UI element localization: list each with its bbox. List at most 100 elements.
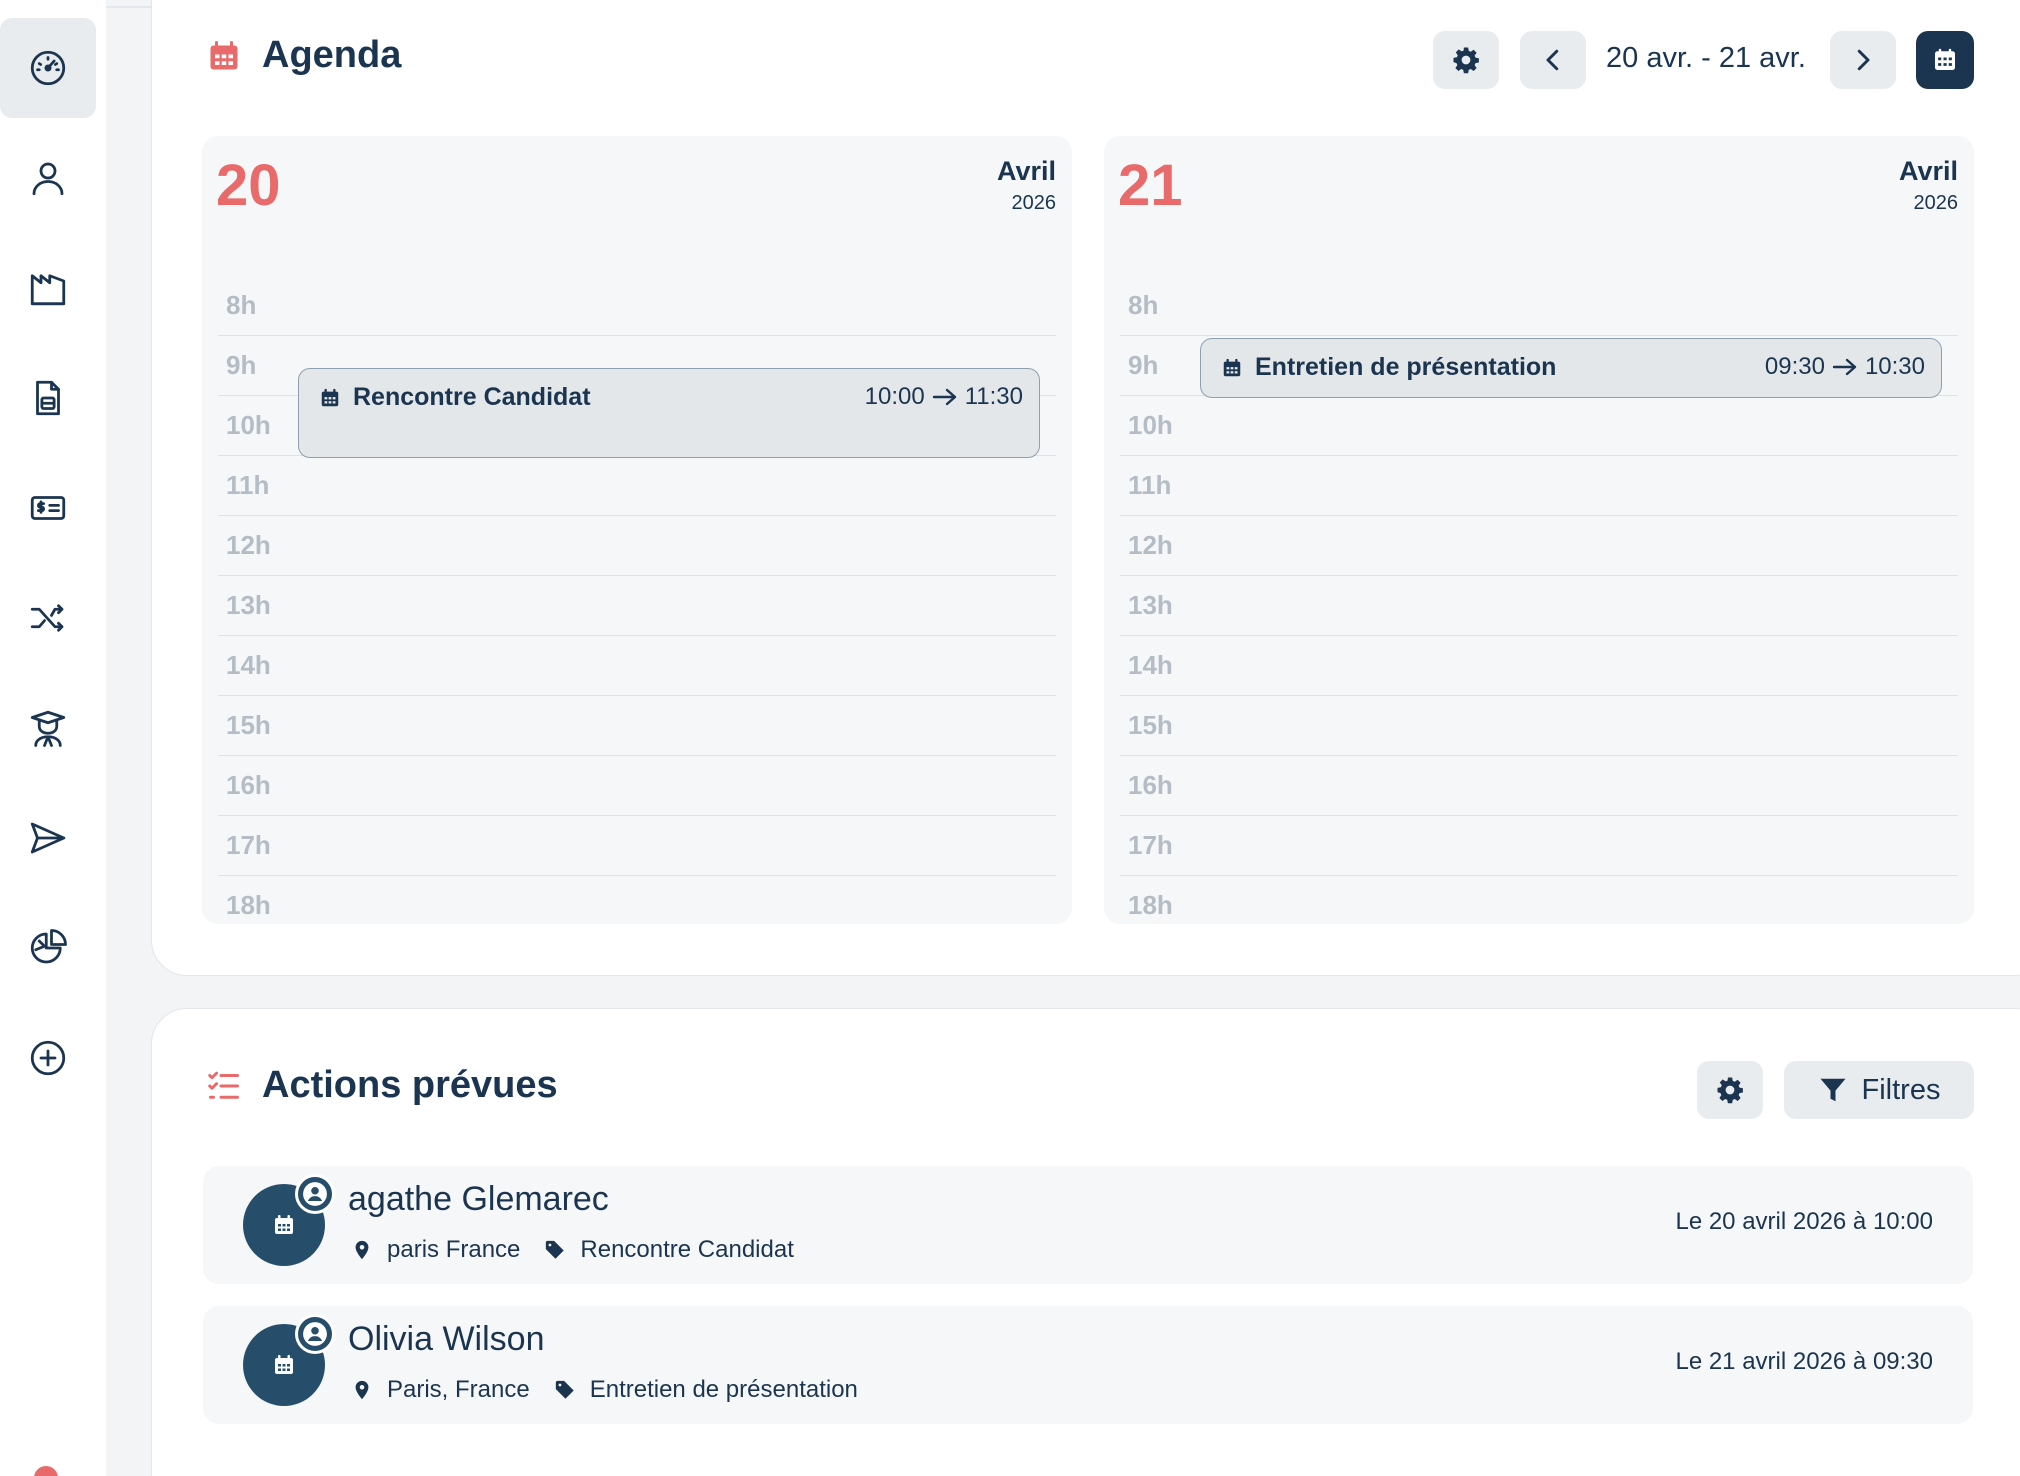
hour-slot[interactable]: 18h xyxy=(218,876,1056,936)
sidebar-item-workflows[interactable] xyxy=(0,568,96,668)
action-meta: Paris, France Entretien de présentation xyxy=(351,1376,858,1404)
sidebar-item-messages[interactable] xyxy=(0,788,96,888)
action-meta: paris France Rencontre Candidat xyxy=(351,1236,794,1264)
sidebar-item-companies[interactable] xyxy=(0,238,96,338)
event-time: 09:30 10:30 xyxy=(1765,353,1925,381)
filters-button[interactable]: Filtres xyxy=(1784,1061,1974,1119)
hour-slot[interactable]: 14h xyxy=(218,636,1056,696)
hour-slot[interactable]: 17h xyxy=(218,816,1056,876)
hour-label: 8h xyxy=(226,290,257,320)
hour-label: 9h xyxy=(1128,350,1159,380)
calendar-picker-button[interactable] xyxy=(1916,31,1974,89)
previous-period-button[interactable] xyxy=(1520,31,1586,89)
pie-chart-icon xyxy=(30,929,67,964)
invoice-dollar-icon xyxy=(30,496,66,520)
actions-header: Actions prévues xyxy=(206,1064,558,1107)
hour-slot[interactable]: 13h xyxy=(1120,576,1958,636)
hour-label: 16h xyxy=(1128,770,1173,800)
task-list-icon xyxy=(208,1071,239,1099)
hour-label: 11h xyxy=(1128,470,1172,500)
sidebar-item-invoices[interactable] xyxy=(0,458,96,558)
event-end: 11:30 xyxy=(964,383,1023,410)
event-start: 09:30 xyxy=(1764,353,1825,380)
hour-label: 14h xyxy=(226,650,271,680)
chevron-left-icon xyxy=(1546,49,1559,71)
hour-label: 12h xyxy=(1128,530,1173,560)
agenda-header: Agenda xyxy=(206,34,401,77)
hour-slot[interactable]: 8h xyxy=(218,276,1056,336)
sidebar-item-add[interactable] xyxy=(0,1008,96,1108)
list-item[interactable]: agathe Glemarec paris France Rencontre C… xyxy=(203,1166,1973,1284)
hour-label: 18h xyxy=(1128,890,1173,920)
day-column: 21 Avril 2026 8h 9h 10h 11h 12h 13h 14h … xyxy=(1104,136,1974,924)
calendar-icon xyxy=(321,388,339,406)
calendar-event[interactable]: Rencontre Candidat 10:00 11:30 xyxy=(298,368,1040,458)
hour-slot[interactable]: 18h xyxy=(1120,876,1958,936)
location-text: paris France xyxy=(387,1236,521,1263)
calendar-event[interactable]: Entretien de présentation 09:30 10:30 xyxy=(1200,338,1942,398)
hour-slot[interactable]: 10h xyxy=(1120,396,1958,456)
contact-name[interactable]: Olivia Wilson xyxy=(348,1320,544,1359)
user-badge xyxy=(295,1174,335,1214)
sidebar-item-statistics[interactable] xyxy=(0,898,96,998)
hour-slot[interactable]: 16h xyxy=(218,756,1056,816)
sidebar-item-candidates[interactable] xyxy=(0,128,96,228)
event-title-group: Entretien de présentation xyxy=(1221,353,1556,382)
day-month: Avril xyxy=(1898,156,1958,186)
list-item[interactable]: Olivia Wilson Paris, France Entretien de… xyxy=(203,1306,1973,1424)
hour-label: 8h xyxy=(1128,290,1159,320)
sidebar xyxy=(0,0,106,1476)
calendar-icon xyxy=(275,1215,293,1234)
day-number: 20 xyxy=(216,153,281,218)
arrow-right-icon xyxy=(1832,358,1857,376)
hour-slot[interactable]: 12h xyxy=(1120,516,1958,576)
location-pin-icon xyxy=(355,1380,369,1400)
hour-label: 17h xyxy=(226,830,271,860)
actions-title: Actions prévues xyxy=(262,1064,558,1106)
document-icon xyxy=(36,380,60,416)
hour-label: 14h xyxy=(1128,650,1173,680)
day-month: Avril xyxy=(996,156,1056,186)
location-text: Paris, France xyxy=(387,1376,530,1403)
shuffle-icon xyxy=(30,604,64,632)
send-icon xyxy=(30,822,66,854)
hour-slot[interactable]: 12h xyxy=(218,516,1056,576)
action-date: Le 20 avril 2026 à 10:00 xyxy=(1675,1208,1933,1235)
sidebar-item-training[interactable] xyxy=(0,678,96,778)
event-title-group: Rencontre Candidat xyxy=(319,383,591,412)
sidebar-item-dashboard[interactable] xyxy=(0,18,96,118)
hour-label: 11h xyxy=(226,470,270,500)
actions-settings-button[interactable] xyxy=(1697,1061,1763,1119)
hour-slot[interactable]: 14h xyxy=(1120,636,1958,696)
next-period-button[interactable] xyxy=(1830,31,1896,89)
agenda-title: Agenda xyxy=(262,34,402,76)
hour-label: 16h xyxy=(226,770,271,800)
hour-label: 17h xyxy=(1128,830,1173,860)
contact-name[interactable]: agathe Glemarec xyxy=(348,1180,609,1219)
hour-slot[interactable]: 11h xyxy=(218,456,1056,516)
event-start: 10:00 xyxy=(864,383,925,410)
hour-label: 10h xyxy=(226,410,271,440)
hour-slot[interactable]: 13h xyxy=(218,576,1056,636)
calendar-icon xyxy=(210,40,238,69)
hour-slot[interactable]: 8h xyxy=(1120,276,1958,336)
sidebar-item-documents[interactable] xyxy=(0,348,96,448)
hour-label: 15h xyxy=(1128,710,1173,740)
hour-slot[interactable]: 16h xyxy=(1120,756,1958,816)
hour-slot[interactable]: 15h xyxy=(218,696,1056,756)
date-range-label: 20 avr. - 21 avr. xyxy=(1606,42,1806,74)
action-date: Le 21 avril 2026 à 09:30 xyxy=(1675,1348,1933,1375)
student-icon xyxy=(30,710,66,747)
hour-slot[interactable]: 11h xyxy=(1120,456,1958,516)
chevron-right-icon xyxy=(1857,49,1870,71)
day-number: 21 xyxy=(1118,153,1183,218)
location-pin-icon xyxy=(355,1240,369,1260)
hour-slot[interactable]: 17h xyxy=(1120,816,1958,876)
user-circle-icon xyxy=(303,1322,327,1346)
event-title: Rencontre Candidat xyxy=(353,383,591,411)
calendar-icon xyxy=(1935,48,1955,70)
calendar-icon xyxy=(275,1355,293,1374)
event-end: 10:30 xyxy=(1864,353,1925,380)
agenda-settings-button[interactable] xyxy=(1433,31,1499,89)
hour-slot[interactable]: 15h xyxy=(1120,696,1958,756)
